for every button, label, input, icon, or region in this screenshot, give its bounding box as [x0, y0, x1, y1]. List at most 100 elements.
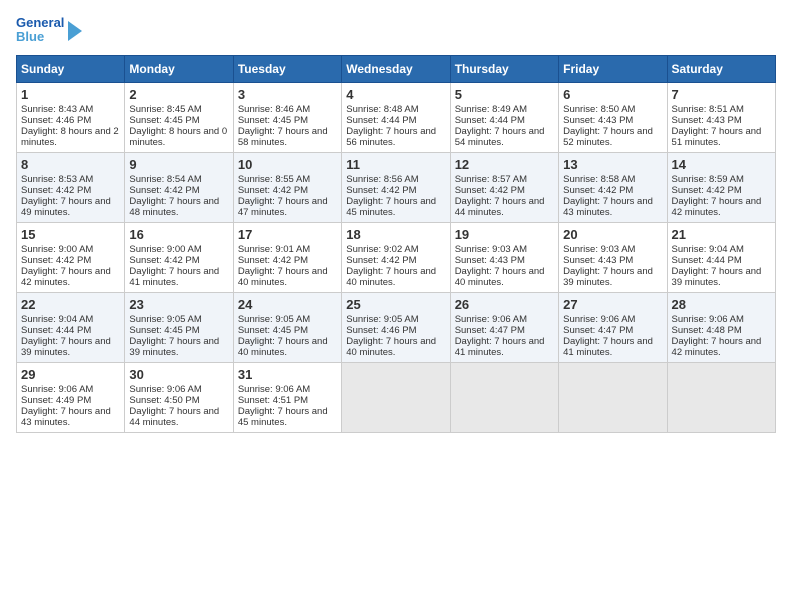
day-number: 16 — [129, 227, 228, 242]
day-number: 8 — [21, 157, 120, 172]
daylight-label: Daylight: 7 hours and 52 minutes. — [563, 126, 653, 148]
calendar-cell: 31Sunrise: 9:06 AMSunset: 4:51 PMDayligh… — [233, 362, 341, 432]
daylight-label: Daylight: 7 hours and 41 minutes. — [563, 336, 653, 358]
calendar-cell: 29Sunrise: 9:06 AMSunset: 4:49 PMDayligh… — [17, 362, 125, 432]
calendar-cell: 25Sunrise: 9:05 AMSunset: 4:46 PMDayligh… — [342, 292, 450, 362]
sunset-label: Sunset: 4:46 PM — [21, 115, 91, 126]
calendar-cell: 23Sunrise: 9:05 AMSunset: 4:45 PMDayligh… — [125, 292, 233, 362]
sunset-label: Sunset: 4:44 PM — [346, 115, 416, 126]
day-number: 1 — [21, 87, 120, 102]
sunset-label: Sunset: 4:43 PM — [563, 115, 633, 126]
daylight-label: Daylight: 7 hours and 41 minutes. — [129, 266, 219, 288]
daylight-label: Daylight: 8 hours and 0 minutes. — [129, 126, 227, 148]
day-number: 21 — [672, 227, 771, 242]
day-number: 18 — [346, 227, 445, 242]
calendar-cell: 9Sunrise: 8:54 AMSunset: 4:42 PMDaylight… — [125, 152, 233, 222]
calendar-cell — [450, 362, 558, 432]
sunset-label: Sunset: 4:45 PM — [129, 115, 199, 126]
calendar-cell: 16Sunrise: 9:00 AMSunset: 4:42 PMDayligh… — [125, 222, 233, 292]
calendar-cell: 27Sunrise: 9:06 AMSunset: 4:47 PMDayligh… — [559, 292, 667, 362]
sunrise-label: Sunrise: 9:02 AM — [346, 244, 418, 255]
calendar-cell: 8Sunrise: 8:53 AMSunset: 4:42 PMDaylight… — [17, 152, 125, 222]
dow-header: Tuesday — [233, 55, 341, 82]
calendar-cell: 1 Sunrise: 8:43 AMSunset: 4:46 PMDaylight… — [17, 82, 125, 152]
logo-arrow-icon — [68, 21, 82, 41]
day-number: 27 — [563, 297, 662, 312]
calendar-cell: 2Sunrise: 8:45 AMSunset: 4:45 PMDaylight… — [125, 82, 233, 152]
dow-header: Sunday — [17, 55, 125, 82]
calendar-cell: 3Sunrise: 8:46 AMSunset: 4:45 PMDaylight… — [233, 82, 341, 152]
day-number: 4 — [346, 87, 445, 102]
daylight-label: Daylight: 7 hours and 44 minutes. — [455, 196, 545, 218]
daylight-label: Daylight: 7 hours and 40 minutes. — [455, 266, 545, 288]
sunset-label: Sunset: 4:42 PM — [346, 185, 416, 196]
day-number: 19 — [455, 227, 554, 242]
calendar-cell: 5 Sunrise: 8:49 AMSunset: 4:44 PMDaylight… — [450, 82, 558, 152]
calendar-cell: 4Sunrise: 8:48 AMSunset: 4:44 PMDaylight… — [342, 82, 450, 152]
sunrise-label: Sunrise: 9:06 AM — [21, 384, 93, 395]
calendar-cell: 21Sunrise: 9:04 AMSunset: 4:44 PMDayligh… — [667, 222, 775, 292]
sunrise-label: Sunrise: 9:03 AM — [455, 244, 527, 255]
day-number: 22 — [21, 297, 120, 312]
page-header: General Blue — [16, 16, 776, 45]
logo-blue: Blue — [16, 30, 64, 44]
day-number: 14 — [672, 157, 771, 172]
daylight-label: Daylight: 7 hours and 40 minutes. — [238, 336, 328, 358]
sunrise-label: Sunrise: 8:57 AM — [455, 174, 527, 185]
day-number: 26 — [455, 297, 554, 312]
calendar-cell — [667, 362, 775, 432]
calendar-cell: 12 Sunrise: 8:57 AMSunset: 4:42 PMDayligh… — [450, 152, 558, 222]
daylight-label: Daylight: 7 hours and 40 minutes. — [346, 266, 436, 288]
sunset-label: Sunset: 4:46 PM — [346, 325, 416, 336]
sunset-label: Sunset: 4:47 PM — [455, 325, 525, 336]
day-number: 3 — [238, 87, 337, 102]
sunrise-label: Sunrise: 9:06 AM — [238, 384, 310, 395]
sunrise-label: Sunrise: 8:46 AM — [238, 104, 310, 115]
sunrise-label: Sunrise: 9:06 AM — [672, 314, 744, 325]
day-number: 12 — [455, 157, 554, 172]
calendar-cell: 7Sunrise: 8:51 AMSunset: 4:43 PMDaylight… — [667, 82, 775, 152]
daylight-label: Daylight: 7 hours and 58 minutes. — [238, 126, 328, 148]
sunrise-label: Sunrise: 8:43 AM — [21, 104, 93, 115]
calendar-cell: 19Sunrise: 9:03 AMSunset: 4:43 PMDayligh… — [450, 222, 558, 292]
sunset-label: Sunset: 4:50 PM — [129, 395, 199, 406]
sunrise-label: Sunrise: 8:55 AM — [238, 174, 310, 185]
day-number: 20 — [563, 227, 662, 242]
day-number: 11 — [346, 157, 445, 172]
logo: General Blue — [16, 16, 82, 45]
day-number: 9 — [129, 157, 228, 172]
logo-general: General — [16, 16, 64, 30]
calendar-cell: 15Sunrise: 9:00 AMSunset: 4:42 PMDayligh… — [17, 222, 125, 292]
day-number: 23 — [129, 297, 228, 312]
calendar-cell: 13Sunrise: 8:58 AMSunset: 4:42 PMDayligh… — [559, 152, 667, 222]
day-number: 13 — [563, 157, 662, 172]
calendar-cell — [342, 362, 450, 432]
day-number: 5 — [455, 87, 554, 102]
day-number: 17 — [238, 227, 337, 242]
sunrise-label: Sunrise: 9:06 AM — [129, 384, 201, 395]
dow-header: Friday — [559, 55, 667, 82]
daylight-label: Daylight: 7 hours and 45 minutes. — [346, 196, 436, 218]
sunrise-label: Sunrise: 8:49 AM — [455, 104, 527, 115]
calendar-table: SundayMondayTuesdayWednesdayThursdayFrid… — [16, 55, 776, 433]
dow-header: Thursday — [450, 55, 558, 82]
sunset-label: Sunset: 4:43 PM — [563, 255, 633, 266]
daylight-label: Daylight: 7 hours and 39 minutes. — [129, 336, 219, 358]
sunset-label: Sunset: 4:42 PM — [455, 185, 525, 196]
sunrise-label: Sunrise: 9:04 AM — [672, 244, 744, 255]
sunset-label: Sunset: 4:44 PM — [455, 115, 525, 126]
dow-header: Wednesday — [342, 55, 450, 82]
calendar-cell: 6Sunrise: 8:50 AMSunset: 4:43 PMDaylight… — [559, 82, 667, 152]
daylight-label: Daylight: 7 hours and 39 minutes. — [672, 266, 762, 288]
daylight-label: Daylight: 7 hours and 42 minutes. — [21, 266, 111, 288]
calendar-cell: 28Sunrise: 9:06 AMSunset: 4:48 PMDayligh… — [667, 292, 775, 362]
daylight-label: Daylight: 7 hours and 54 minutes. — [455, 126, 545, 148]
sunset-label: Sunset: 4:43 PM — [672, 115, 742, 126]
sunrise-label: Sunrise: 9:06 AM — [455, 314, 527, 325]
sunrise-label: Sunrise: 8:54 AM — [129, 174, 201, 185]
sunrise-label: Sunrise: 8:53 AM — [21, 174, 93, 185]
sunrise-label: Sunrise: 9:05 AM — [346, 314, 418, 325]
sunset-label: Sunset: 4:44 PM — [21, 325, 91, 336]
daylight-label: Daylight: 8 hours and 2 minutes. — [21, 126, 119, 148]
sunset-label: Sunset: 4:42 PM — [238, 255, 308, 266]
